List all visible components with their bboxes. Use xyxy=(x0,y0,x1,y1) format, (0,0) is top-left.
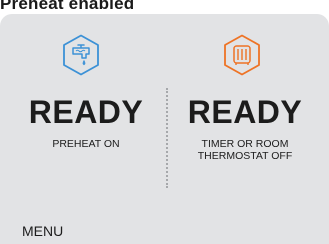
heating-subtitle-line1: TIMER OR ROOM xyxy=(201,138,289,150)
heating-subtitle: TIMER OR ROOM THERMOSTAT OFF xyxy=(163,138,327,162)
hot-water-subtitle: PREHEAT ON xyxy=(52,138,120,150)
hot-water-panel: READY PREHEAT ON xyxy=(0,14,164,184)
heating-subtitle-line2: THERMOSTAT OFF xyxy=(197,150,293,162)
menu-button[interactable]: MENU xyxy=(22,223,63,239)
hot-water-status: READY xyxy=(28,94,144,130)
radiator-icon xyxy=(224,34,260,76)
tap-icon xyxy=(63,34,99,76)
page-title: Preheat enabled xyxy=(0,0,135,13)
heating-status: READY xyxy=(187,94,303,130)
heating-panel: READY TIMER OR ROOM THERMOSTAT OFF xyxy=(165,14,329,184)
boiler-display-screen: READY PREHEAT ON READY TIMER OR ROOM THE… xyxy=(0,14,329,244)
